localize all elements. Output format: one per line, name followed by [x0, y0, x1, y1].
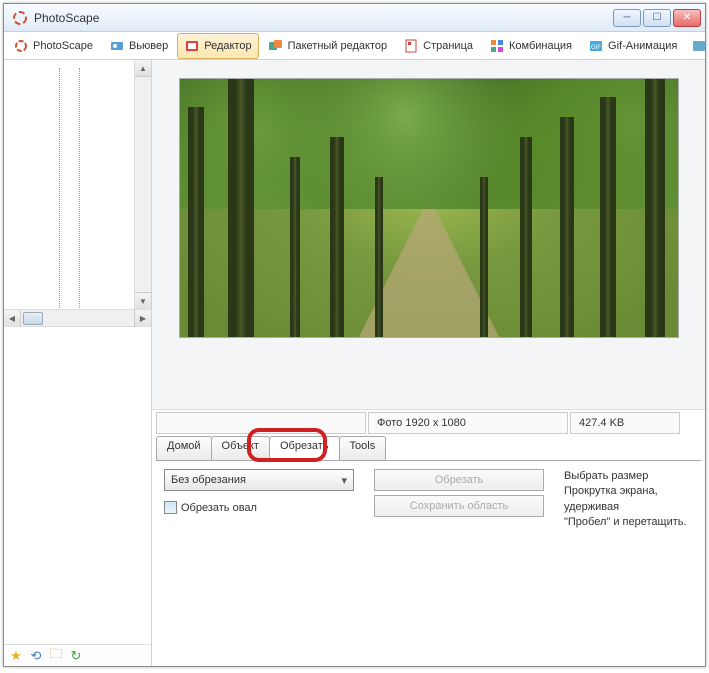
thumbnail-area[interactable]: [4, 327, 151, 644]
photo-preview[interactable]: [179, 78, 679, 338]
scroll-thumb[interactable]: [23, 312, 43, 325]
maximize-button[interactable]: ☐: [643, 9, 671, 27]
more-icon: [691, 38, 707, 54]
scroll-left-button[interactable]: ◀: [4, 310, 21, 327]
editor-tabs: Домой Объект Обрезать Tools: [152, 436, 705, 460]
button-label: Обрезать: [435, 474, 484, 486]
crop-oval-checkbox[interactable]: [164, 501, 177, 514]
crop-oval-label: Обрезать овал: [181, 502, 257, 514]
crop-help-text: Выбрать размер Прокрутка экрана, удержив…: [564, 469, 693, 658]
tab-photoscape[interactable]: PhotoScape: [6, 33, 100, 59]
gif-icon: GIF: [588, 38, 604, 54]
help-line: Прокрутка экрана, удерживая: [564, 484, 693, 515]
tab-crop[interactable]: Обрезать: [269, 436, 340, 460]
scroll-track[interactable]: [21, 310, 134, 326]
dropdown-value: Без обрезания: [171, 474, 246, 486]
tab-label: Пакетный редактор: [288, 40, 388, 52]
tab-label: PhotoScape: [33, 40, 93, 52]
link-icon[interactable]: ⟲: [28, 648, 44, 664]
viewer-icon: [109, 38, 125, 54]
app-window: PhotoScape ─ ☐ ✕ PhotoScape Вьювер Редак…: [3, 3, 706, 667]
tab-gif[interactable]: GIF Gif-Анимация: [581, 33, 684, 59]
editor-icon: [184, 38, 200, 54]
sidebar-footer: ★ ⟲ 🗀 ↻: [4, 644, 151, 666]
close-button[interactable]: ✕: [673, 9, 701, 27]
save-area-button[interactable]: Сохранить область: [374, 495, 544, 517]
svg-text:GIF: GIF: [591, 45, 601, 51]
star-icon[interactable]: ★: [8, 648, 24, 664]
crop-oval-row: Обрезать овал: [164, 501, 354, 514]
help-line: Выбрать размер: [564, 469, 693, 484]
main-area: ▲ ▼ ◀ ▶ ★ ⟲ 🗀 ↻: [4, 60, 705, 666]
info-bar: Фото 1920 x 1080 427.4 KB: [152, 410, 705, 436]
tab-tools[interactable]: Tools: [339, 436, 387, 460]
folder-icon[interactable]: 🗀: [48, 648, 64, 664]
folder-tree[interactable]: ▲ ▼: [4, 60, 151, 310]
tab-label: Страница: [423, 40, 473, 52]
refresh-icon[interactable]: ↻: [68, 648, 84, 664]
help-line: "Пробел" и перетащить.: [564, 515, 693, 530]
scroll-down-button[interactable]: ▼: [135, 292, 151, 309]
scroll-up-button[interactable]: ▲: [135, 60, 151, 77]
window-controls: ─ ☐ ✕: [613, 9, 701, 27]
tab-label: Домой: [167, 440, 201, 452]
tab-more[interactable]: [686, 33, 709, 59]
batch-icon: [268, 38, 284, 54]
photo-dimensions: Фото 1920 x 1080: [368, 412, 568, 434]
content-area: Фото 1920 x 1080 427.4 KB Домой Объект О…: [152, 60, 705, 666]
tab-object[interactable]: Объект: [211, 436, 270, 460]
tab-combine[interactable]: Комбинация: [482, 33, 579, 59]
sidebar: ▲ ▼ ◀ ▶ ★ ⟲ 🗀 ↻: [4, 60, 152, 666]
main-toolbar: PhotoScape Вьювер Редактор Пакетный реда…: [4, 32, 705, 60]
tab-page[interactable]: Страница: [396, 33, 480, 59]
tab-label: Tools: [350, 440, 376, 452]
info-slot-empty: [156, 412, 366, 434]
tab-label: Gif-Анимация: [608, 40, 677, 52]
titlebar: PhotoScape ─ ☐ ✕: [4, 4, 705, 32]
crop-mode-dropdown[interactable]: Без обрезания: [164, 469, 354, 491]
tab-label: Вьювер: [129, 40, 168, 52]
tree-hscrollbar[interactable]: ◀ ▶: [4, 310, 151, 327]
crop-panel: Без обрезания Обрезать овал Обрезать Сох…: [156, 460, 701, 666]
tab-batch-editor[interactable]: Пакетный редактор: [261, 33, 395, 59]
tab-label: Обрезать: [280, 440, 329, 452]
photoscape-icon: [13, 38, 29, 54]
scroll-right-button[interactable]: ▶: [134, 310, 151, 327]
minimize-button[interactable]: ─: [613, 9, 641, 27]
photo-filesize: 427.4 KB: [570, 412, 680, 434]
tab-viewer[interactable]: Вьювер: [102, 33, 175, 59]
tab-home[interactable]: Домой: [156, 436, 212, 460]
window-title: PhotoScape: [34, 11, 99, 25]
tab-label: Объект: [222, 440, 259, 452]
tree-vscrollbar[interactable]: ▲ ▼: [134, 60, 151, 309]
page-icon: [403, 38, 419, 54]
app-icon: [12, 10, 28, 26]
combine-icon: [489, 38, 505, 54]
button-label: Сохранить область: [410, 500, 508, 512]
tab-label: Комбинация: [509, 40, 572, 52]
canvas[interactable]: [152, 60, 705, 410]
tab-editor[interactable]: Редактор: [177, 33, 258, 59]
crop-button[interactable]: Обрезать: [374, 469, 544, 491]
tab-label: Редактор: [204, 40, 251, 52]
